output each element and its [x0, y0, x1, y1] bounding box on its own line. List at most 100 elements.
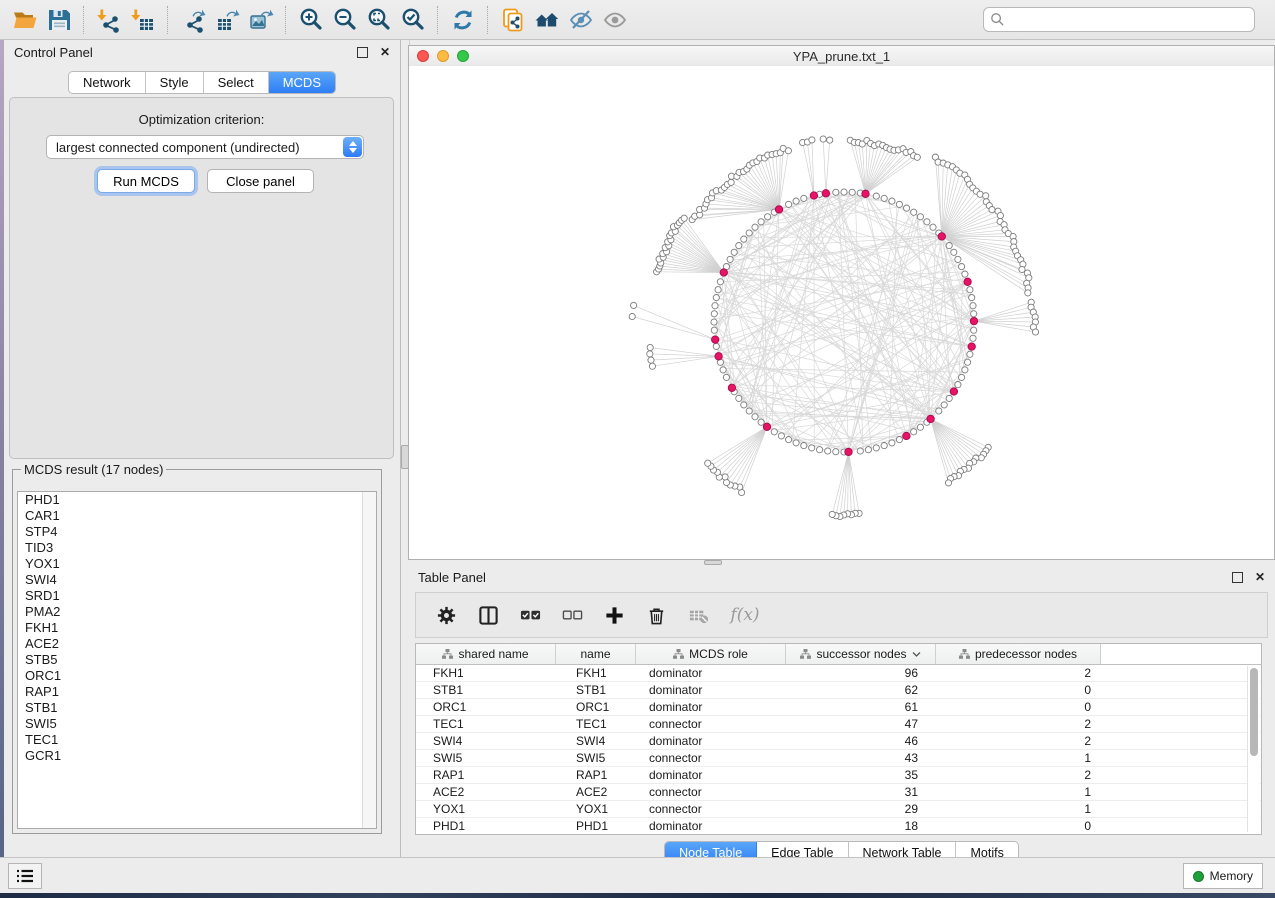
- cell-shared-name[interactable]: SWI4: [416, 734, 556, 748]
- mcds-list-scrollbar[interactable]: [362, 492, 376, 828]
- cell-MCDS-role[interactable]: dominator: [636, 734, 786, 748]
- network-canvas[interactable]: [409, 66, 1274, 559]
- column-header-successor-nodes[interactable]: successor nodes: [786, 644, 936, 664]
- close-panel-icon[interactable]: ✕: [380, 46, 390, 58]
- float-panel-icon[interactable]: [1232, 572, 1243, 583]
- mcds-result-item[interactable]: RAP1: [18, 684, 376, 700]
- add-column-button[interactable]: [602, 603, 626, 627]
- scrollbar-thumb[interactable]: [1250, 668, 1258, 756]
- cell-successor-nodes[interactable]: 31: [786, 785, 936, 799]
- column-header-predecessor-nodes[interactable]: predecessor nodes: [936, 644, 1101, 664]
- table-scrollbar[interactable]: [1247, 666, 1260, 832]
- gear-button[interactable]: [434, 603, 458, 627]
- run-mcds-button[interactable]: Run MCDS: [97, 169, 195, 193]
- split-panel-button[interactable]: [476, 603, 500, 627]
- mcds-result-item[interactable]: CAR1: [18, 508, 376, 524]
- mcds-result-item[interactable]: STP4: [18, 524, 376, 540]
- mcds-result-item[interactable]: PMA2: [18, 604, 376, 620]
- zoom-selected-button[interactable]: [396, 3, 430, 37]
- search-box[interactable]: [983, 7, 1255, 32]
- maximize-window-icon[interactable]: [457, 50, 469, 62]
- cell-successor-nodes[interactable]: 47: [786, 717, 936, 731]
- cell-name[interactable]: PHD1: [556, 819, 636, 833]
- deselect-all-button[interactable]: [560, 603, 584, 627]
- table-row[interactable]: ACE2ACE2connector311: [416, 784, 1261, 801]
- tab-style[interactable]: Style: [146, 72, 204, 93]
- cell-shared-name[interactable]: ACE2: [416, 785, 556, 799]
- network-graph[interactable]: [409, 66, 1274, 559]
- column-header-shared-name[interactable]: shared name: [416, 644, 556, 664]
- export-network-button[interactable]: [176, 3, 210, 37]
- cell-predecessor-nodes[interactable]: 0: [936, 819, 1101, 833]
- cell-name[interactable]: TEC1: [556, 717, 636, 731]
- show-all-button[interactable]: [598, 3, 632, 37]
- mcds-result-item[interactable]: ACE2: [18, 636, 376, 652]
- cell-shared-name[interactable]: YOX1: [416, 802, 556, 816]
- apply-layout-button[interactable]: [446, 3, 480, 37]
- export-table-button[interactable]: [210, 3, 244, 37]
- table-row[interactable]: SWI4SWI4dominator462: [416, 733, 1261, 750]
- mcds-result-item[interactable]: FKH1: [18, 620, 376, 636]
- cell-successor-nodes[interactable]: 29: [786, 802, 936, 816]
- hide-selected-button[interactable]: [564, 3, 598, 37]
- mcds-result-item[interactable]: SWI5: [18, 716, 376, 732]
- cell-shared-name[interactable]: PHD1: [416, 819, 556, 833]
- cell-name[interactable]: SWI5: [556, 751, 636, 765]
- table-row[interactable]: FKH1FKH1dominator962: [416, 665, 1261, 682]
- save-session-button[interactable]: [42, 3, 76, 37]
- mcds-result-item[interactable]: GCR1: [18, 748, 376, 764]
- cell-shared-name[interactable]: TEC1: [416, 717, 556, 731]
- import-network-button[interactable]: [92, 3, 126, 37]
- cell-name[interactable]: YOX1: [556, 802, 636, 816]
- export-image-button[interactable]: [244, 3, 278, 37]
- cell-name[interactable]: STB1: [556, 683, 636, 697]
- mcds-result-item[interactable]: STB1: [18, 700, 376, 716]
- task-history-button[interactable]: [8, 863, 42, 889]
- cell-shared-name[interactable]: FKH1: [416, 666, 556, 680]
- cell-successor-nodes[interactable]: 18: [786, 819, 936, 833]
- cell-predecessor-nodes[interactable]: 1: [936, 751, 1101, 765]
- cell-predecessor-nodes[interactable]: 2: [936, 666, 1101, 680]
- cell-successor-nodes[interactable]: 96: [786, 666, 936, 680]
- zoom-fit-button[interactable]: [362, 3, 396, 37]
- mcds-result-item[interactable]: TEC1: [18, 732, 376, 748]
- cell-MCDS-role[interactable]: connector: [636, 751, 786, 765]
- mcds-result-item[interactable]: SWI4: [18, 572, 376, 588]
- cell-successor-nodes[interactable]: 43: [786, 751, 936, 765]
- close-panel-button[interactable]: Close panel: [207, 169, 314, 193]
- table-row[interactable]: RAP1RAP1dominator352: [416, 767, 1261, 784]
- tab-mcds[interactable]: MCDS: [269, 72, 335, 93]
- delete-column-button[interactable]: [644, 603, 668, 627]
- cell-MCDS-role[interactable]: dominator: [636, 768, 786, 782]
- cell-successor-nodes[interactable]: 35: [786, 768, 936, 782]
- tab-network[interactable]: Network: [69, 72, 146, 93]
- cell-predecessor-nodes[interactable]: 0: [936, 700, 1101, 714]
- mcds-result-item[interactable]: STB5: [18, 652, 376, 668]
- cell-name[interactable]: FKH1: [556, 666, 636, 680]
- home-button[interactable]: [530, 3, 564, 37]
- cell-MCDS-role[interactable]: dominator: [636, 666, 786, 680]
- close-panel-icon[interactable]: ✕: [1255, 571, 1265, 583]
- open-file-button[interactable]: [8, 3, 42, 37]
- cell-MCDS-role[interactable]: connector: [636, 802, 786, 816]
- mcds-result-item[interactable]: ORC1: [18, 668, 376, 684]
- cell-name[interactable]: RAP1: [556, 768, 636, 782]
- cell-MCDS-role[interactable]: dominator: [636, 683, 786, 697]
- share-network-button[interactable]: [496, 3, 530, 37]
- table-row[interactable]: ORC1ORC1dominator610: [416, 699, 1261, 716]
- column-header-name[interactable]: name: [556, 644, 636, 664]
- mcds-result-item[interactable]: PHD1: [18, 492, 376, 508]
- table-row[interactable]: SWI5SWI5connector431: [416, 750, 1261, 767]
- mcds-result-item[interactable]: SRD1: [18, 588, 376, 604]
- cell-predecessor-nodes[interactable]: 2: [936, 717, 1101, 731]
- cell-predecessor-nodes[interactable]: 2: [936, 768, 1101, 782]
- close-window-icon[interactable]: [417, 50, 429, 62]
- cell-shared-name[interactable]: STB1: [416, 683, 556, 697]
- minimize-window-icon[interactable]: [437, 50, 449, 62]
- zoom-out-button[interactable]: [328, 3, 362, 37]
- table-row[interactable]: TEC1TEC1connector472: [416, 716, 1261, 733]
- cell-successor-nodes[interactable]: 46: [786, 734, 936, 748]
- cell-name[interactable]: ORC1: [556, 700, 636, 714]
- cell-shared-name[interactable]: ORC1: [416, 700, 556, 714]
- cell-predecessor-nodes[interactable]: 1: [936, 802, 1101, 816]
